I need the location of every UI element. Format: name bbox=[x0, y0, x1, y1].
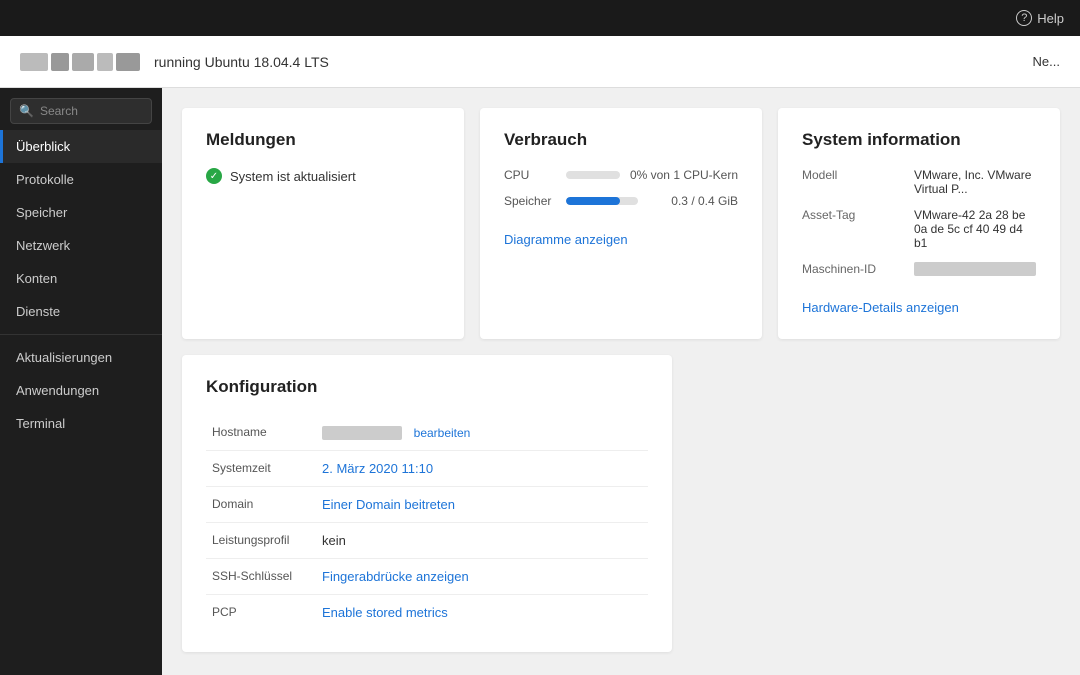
konfiguration-card: Konfiguration Hostname bearbeiten System… bbox=[182, 355, 672, 652]
pcp-cell: Enable stored metrics bbox=[316, 595, 648, 631]
sidebar-item-speicher[interactable]: Speicher bbox=[0, 196, 162, 229]
cpu-value: 0% von 1 CPU-Kern bbox=[630, 168, 738, 182]
cards-top-row: Meldungen System ist aktualisiert Verbra… bbox=[182, 108, 1060, 339]
ssh-label: SSH-Schlüssel bbox=[206, 559, 316, 595]
sidebar-nav: Überblick Protokolle Speicher Netzwerk K… bbox=[0, 130, 162, 440]
pcp-label: PCP bbox=[206, 595, 316, 631]
help-button[interactable]: ? Help bbox=[1016, 10, 1064, 26]
thumb-block-2 bbox=[51, 53, 69, 71]
thumb-block-4 bbox=[97, 53, 113, 71]
speicher-value: 0.3 / 0.4 GiB bbox=[648, 194, 738, 208]
verbrauch-title: Verbrauch bbox=[504, 130, 738, 150]
sidebar-item-aktualisierungen[interactable]: Aktualisierungen bbox=[0, 341, 162, 374]
hostname-edit-link[interactable]: bearbeiten bbox=[414, 426, 471, 440]
sidebar-item-uberblick[interactable]: Überblick bbox=[0, 130, 162, 163]
sidebar-item-protokolle[interactable]: Protokolle bbox=[0, 163, 162, 196]
hostname-value bbox=[322, 426, 402, 440]
maschinen-value bbox=[914, 262, 1036, 276]
leistungsprofil-row: Leistungsprofil kein bbox=[206, 523, 648, 559]
asset-value: VMware-42 2a 28 be 0a de 5c cf 40 49 d4 … bbox=[914, 208, 1036, 250]
thumb-block-3 bbox=[72, 53, 94, 71]
cpu-bar-bg bbox=[566, 171, 620, 179]
hostname-row: Hostname bearbeiten bbox=[206, 415, 648, 451]
speicher-bar-fill bbox=[566, 197, 620, 205]
sidebar-divider bbox=[0, 334, 162, 335]
konfiguration-table: Hostname bearbeiten Systemzeit 2. März 2… bbox=[206, 415, 648, 630]
vm-thumbnail bbox=[20, 53, 140, 71]
modell-label: Modell bbox=[802, 168, 902, 196]
vm-action-button[interactable]: Ne... bbox=[1033, 54, 1060, 69]
diagramme-link[interactable]: Diagramme anzeigen bbox=[504, 232, 628, 247]
speicher-bar-bg bbox=[566, 197, 638, 205]
thumb-block-5 bbox=[116, 53, 140, 71]
topbar: ? Help bbox=[0, 0, 1080, 36]
status-ok-icon bbox=[206, 168, 222, 184]
domain-link[interactable]: Einer Domain beitreten bbox=[322, 497, 455, 512]
system-info-card: System information Modell VMware, Inc. V… bbox=[778, 108, 1060, 339]
domain-row: Domain Einer Domain beitreten bbox=[206, 487, 648, 523]
sysinfo-asset-row: Asset-Tag VMware-42 2a 28 be 0a de 5c cf… bbox=[802, 208, 1036, 250]
verbrauch-card: Verbrauch CPU 0% von 1 CPU-Kern Speicher… bbox=[480, 108, 762, 339]
search-icon: 🔍 bbox=[19, 104, 34, 118]
speicher-usage-row: Speicher 0.3 / 0.4 GiB bbox=[504, 194, 738, 208]
sidebar-item-netzwerk[interactable]: Netzwerk bbox=[0, 229, 162, 262]
help-label: Help bbox=[1037, 11, 1064, 26]
speicher-label: Speicher bbox=[504, 194, 556, 208]
search-container[interactable]: 🔍 bbox=[10, 98, 152, 124]
thumb-block-1 bbox=[20, 53, 48, 71]
systemzeit-link[interactable]: 2. März 2020 11:10 bbox=[322, 461, 433, 476]
cpu-usage-row: CPU 0% von 1 CPU-Kern bbox=[504, 168, 738, 182]
help-icon: ? bbox=[1016, 10, 1032, 26]
domain-label: Domain bbox=[206, 487, 316, 523]
vm-header: running Ubuntu 18.04.4 LTS Ne... bbox=[0, 36, 1080, 88]
pcp-link[interactable]: Enable stored metrics bbox=[322, 605, 448, 620]
systemzeit-cell: 2. März 2020 11:10 bbox=[316, 451, 648, 487]
content-area: Meldungen System ist aktualisiert Verbra… bbox=[162, 88, 1080, 675]
sysinfo-modell-row: Modell VMware, Inc. VMware Virtual P... bbox=[802, 168, 1036, 196]
meldungen-status-item: System ist aktualisiert bbox=[206, 168, 440, 184]
meldungen-title: Meldungen bbox=[206, 130, 440, 150]
hardware-details-link[interactable]: Hardware-Details anzeigen bbox=[802, 300, 959, 315]
konfiguration-title: Konfiguration bbox=[206, 377, 648, 397]
sidebar: 🔍 Überblick Protokolle Speicher Netzwerk… bbox=[0, 88, 162, 675]
ssh-row: SSH-Schlüssel Fingerabdrücke anzeigen bbox=[206, 559, 648, 595]
system-info-title: System information bbox=[802, 130, 1036, 150]
meldungen-card: Meldungen System ist aktualisiert bbox=[182, 108, 464, 339]
sidebar-item-anwendungen[interactable]: Anwendungen bbox=[0, 374, 162, 407]
hostname-cell: bearbeiten bbox=[316, 415, 648, 451]
leistungsprofil-label: Leistungsprofil bbox=[206, 523, 316, 559]
ssh-cell: Fingerabdrücke anzeigen bbox=[316, 559, 648, 595]
domain-cell: Einer Domain beitreten bbox=[316, 487, 648, 523]
hostname-label: Hostname bbox=[206, 415, 316, 451]
asset-label: Asset-Tag bbox=[802, 208, 902, 250]
search-input[interactable] bbox=[40, 104, 143, 118]
leistungsprofil-value: kein bbox=[316, 523, 648, 559]
ssh-fingerprints-link[interactable]: Fingerabdrücke anzeigen bbox=[322, 569, 469, 584]
modell-value: VMware, Inc. VMware Virtual P... bbox=[914, 168, 1036, 196]
maschinen-label: Maschinen-ID bbox=[802, 262, 902, 276]
pcp-row: PCP Enable stored metrics bbox=[206, 595, 648, 631]
systemzeit-row: Systemzeit 2. März 2020 11:10 bbox=[206, 451, 648, 487]
systemzeit-label: Systemzeit bbox=[206, 451, 316, 487]
main-layout: 🔍 Überblick Protokolle Speicher Netzwerk… bbox=[0, 88, 1080, 675]
sidebar-item-dienste[interactable]: Dienste bbox=[0, 295, 162, 328]
sidebar-item-konten[interactable]: Konten bbox=[0, 262, 162, 295]
cpu-label: CPU bbox=[504, 168, 556, 182]
vm-status-text: running Ubuntu 18.04.4 LTS bbox=[154, 54, 329, 70]
sidebar-item-terminal[interactable]: Terminal bbox=[0, 407, 162, 440]
sysinfo-maschinen-row: Maschinen-ID bbox=[802, 262, 1036, 276]
meldungen-status-text: System ist aktualisiert bbox=[230, 169, 356, 184]
